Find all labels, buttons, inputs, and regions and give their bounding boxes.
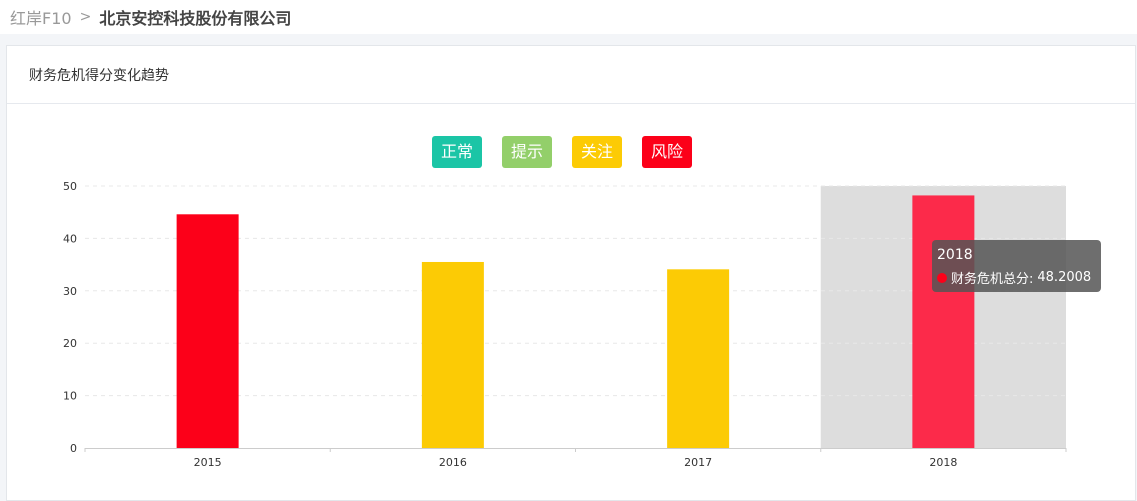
chart-tooltip: 2018 财务危机总分: 48.2008	[932, 240, 1101, 292]
tooltip-dot	[937, 272, 947, 283]
legend-item-notice[interactable]: 提示	[502, 136, 553, 168]
bar-2017	[667, 269, 730, 448]
y-tick-label: 10	[63, 390, 77, 403]
legend-item-attention[interactable]: 关注	[572, 136, 623, 168]
y-tick-label: 40	[63, 232, 77, 245]
tooltip-value: 48.2008	[1037, 270, 1092, 285]
tooltip-title: 2018	[937, 247, 973, 263]
bar-2016	[421, 261, 484, 448]
y-tick-label: 30	[63, 285, 77, 298]
y-tick-label: 0	[70, 442, 77, 455]
tooltip-row: 财务危机总分: 48.2008	[937, 268, 1096, 287]
chart-legend: 正常 提示 关注 风险	[432, 136, 693, 168]
bar-2015	[176, 214, 239, 448]
y-tick-label: 50	[63, 180, 77, 193]
x-tick-label: 2016	[439, 456, 467, 469]
legend-item-risk[interactable]: 风险	[642, 136, 693, 168]
x-tick-label: 2015	[194, 456, 222, 469]
x-tick-label: 2018	[929, 456, 957, 469]
legend-item-normal[interactable]: 正常	[432, 136, 483, 168]
x-tick-label: 2017	[684, 456, 712, 469]
tooltip-series-name: 财务危机总分:	[951, 272, 1034, 287]
y-tick-label: 20	[63, 337, 77, 350]
bar-2018	[912, 195, 975, 448]
